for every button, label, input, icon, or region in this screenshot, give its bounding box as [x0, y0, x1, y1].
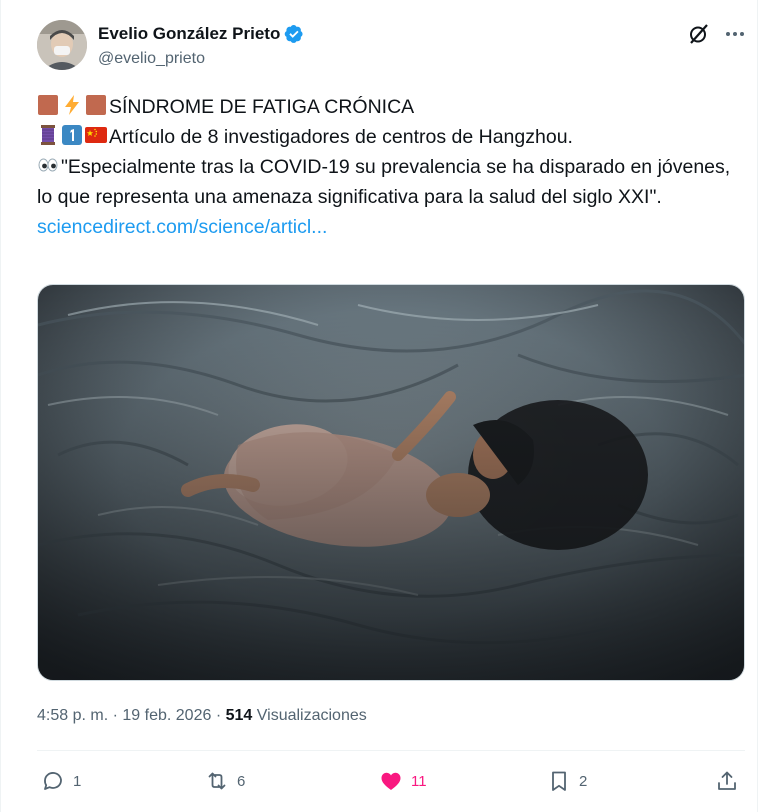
china-flag-icon: [85, 127, 107, 143]
tweet-line-3-text: "Especialmente tras la COVID-19 su preva…: [37, 156, 731, 208]
tweet-line-2-text: Artículo de 8 investigadores de centros …: [109, 126, 573, 148]
eyes-icon: [38, 158, 58, 172]
tweet-card: Evelio González Prieto @evelio_prieto SÍ…: [0, 0, 758, 812]
like-button[interactable]: 11: [379, 766, 427, 796]
more-options-icon[interactable]: [723, 22, 747, 46]
action-bar: 1 6 11 2: [37, 766, 747, 796]
share-button[interactable]: [715, 766, 739, 796]
views-count: 514: [225, 707, 253, 724]
tweet-line-1-text: SÍNDROME DE FATIGA CRÓNICA: [109, 96, 415, 118]
tweet-line-2: Artículo de 8 investigadores de centros …: [37, 122, 737, 152]
meta-separator: ·: [215, 707, 222, 724]
repost-count: 6: [237, 772, 246, 790]
lightning-icon: [65, 95, 79, 115]
tweet-media-photo[interactable]: [37, 284, 745, 681]
meta-separator: ·: [112, 707, 118, 724]
tweet-time[interactable]: 4:58 p. m.: [37, 707, 108, 724]
reply-button[interactable]: 1: [41, 766, 81, 796]
brown-square-icon: [38, 95, 58, 115]
author-handle[interactable]: @evelio_prieto: [98, 49, 205, 69]
repost-button[interactable]: 6: [205, 766, 245, 796]
tweet-line-3: "Especialmente tras la COVID-19 su preva…: [37, 152, 737, 212]
repost-icon: [208, 772, 226, 790]
bookmark-count: 2: [579, 772, 588, 790]
tweet-line-1: SÍNDROME DE FATIGA CRÓNICA: [37, 92, 737, 122]
bookmark-button[interactable]: 2: [547, 766, 587, 796]
views-label: Visualizaciones: [256, 707, 367, 724]
keycap-1-icon: [62, 125, 82, 145]
bookmark-icon: [552, 771, 566, 791]
divider: [37, 750, 745, 751]
brown-square-icon: [86, 95, 106, 115]
heart-filled-icon: [381, 772, 401, 790]
article-link[interactable]: sciencedirect.com/science/articl...: [37, 212, 737, 242]
reply-count: 1: [73, 772, 82, 790]
grok-icon[interactable]: [687, 22, 711, 46]
avatar[interactable]: [37, 20, 87, 70]
author-name-row[interactable]: Evelio González Prieto: [98, 23, 304, 45]
thread-spool-icon: [41, 125, 55, 145]
tweet-date[interactable]: 19 feb. 2026: [122, 707, 211, 724]
verified-badge-icon: [285, 25, 303, 43]
author-name[interactable]: Evelio González Prieto: [98, 23, 280, 45]
tweet-meta: 4:58 p. m. · 19 feb. 2026 · 514 Visualiz…: [37, 706, 367, 726]
photo-woman-sleeping-in-blankets: [38, 285, 744, 680]
avatar-image: [37, 20, 87, 70]
tweet-text: SÍNDROME DE FATIGA CRÓNICA Artículo de 8…: [37, 92, 737, 242]
share-icon: [718, 771, 736, 790]
like-count: 11: [411, 772, 427, 790]
reply-icon: [44, 772, 62, 790]
